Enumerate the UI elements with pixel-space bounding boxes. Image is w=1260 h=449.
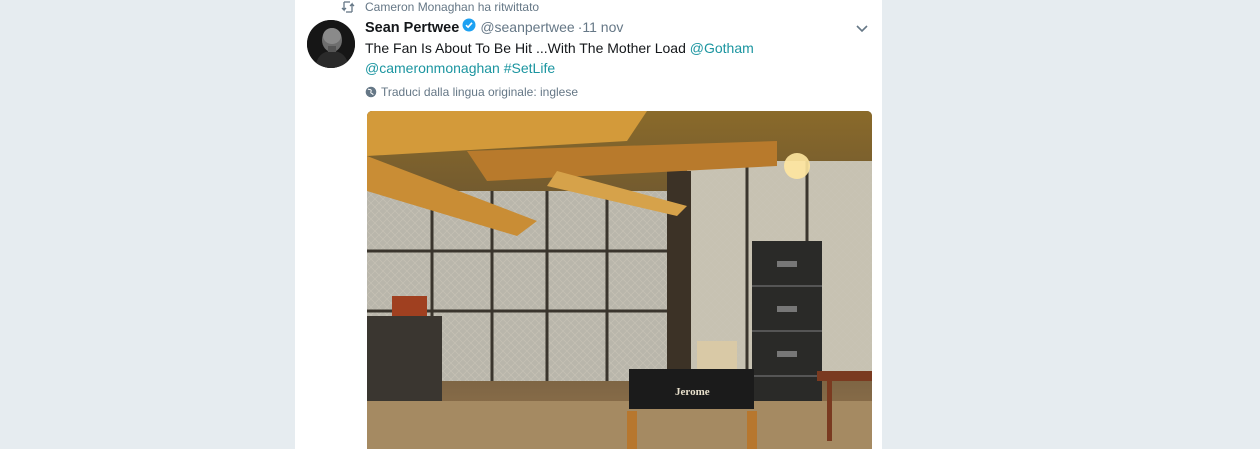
avatar[interactable] <box>307 20 355 68</box>
tweet-text-body: The Fan Is About To Be Hit ...With The M… <box>365 40 690 56</box>
tweet-photo[interactable]: Jerome <box>367 111 872 449</box>
tweet-card[interactable]: Cameron Monaghan ha ritwittato Sean Pert… <box>295 0 882 449</box>
chair-label: Jerome <box>675 386 710 398</box>
retweet-context: Cameron Monaghan ha ritwittato <box>341 0 539 14</box>
verified-badge-icon <box>462 18 476 32</box>
mention-link[interactable]: @cameronmonaghan <box>365 60 500 76</box>
author-handle[interactable]: @seanpertwee <box>480 19 574 35</box>
retweet-icon <box>341 1 355 13</box>
tweet-header: Sean Pertwee @seanpertwee ·11 nov <box>365 18 623 36</box>
mention-link[interactable]: @Gotham <box>690 40 754 56</box>
tweet-text: The Fan Is About To Be Hit ...With The M… <box>365 38 805 78</box>
retweet-context-label[interactable]: Cameron Monaghan ha ritwittato <box>365 0 539 14</box>
translate-label[interactable]: Traduci dalla lingua originale: inglese <box>381 85 578 99</box>
hashtag-link[interactable]: #SetLife <box>504 60 555 76</box>
globe-icon <box>365 86 377 98</box>
author-name[interactable]: Sean Pertwee <box>365 20 459 36</box>
translate-link[interactable]: Traduci dalla lingua originale: inglese <box>365 85 578 99</box>
tweet-timestamp[interactable]: ·11 nov <box>578 19 624 35</box>
chevron-down-icon[interactable] <box>854 22 870 36</box>
